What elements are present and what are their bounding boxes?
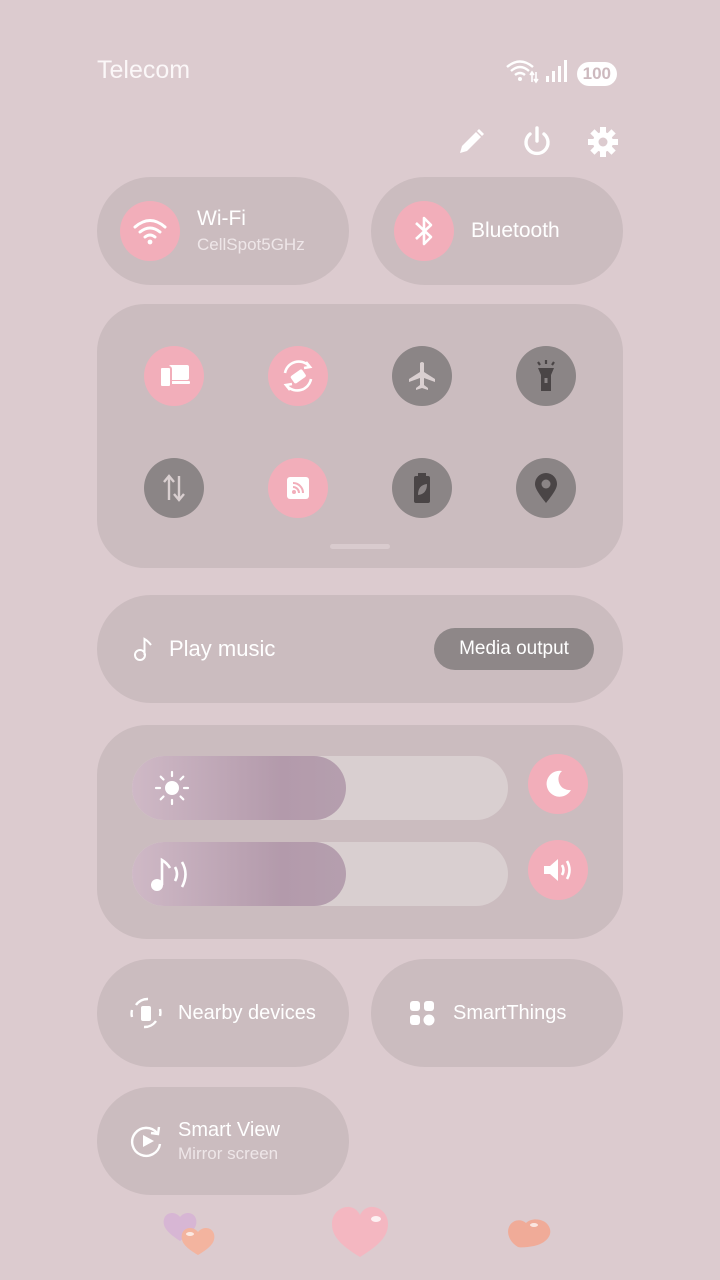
heart-decoration-center (328, 1203, 392, 1266)
play-music-label[interactable]: Play music (169, 636, 275, 662)
volume-settings-icon[interactable] (528, 840, 588, 900)
music-note-icon (134, 636, 154, 667)
smartthings-label: SmartThings (453, 1001, 567, 1024)
signal-icon (545, 59, 571, 88)
bluetooth-title: Bluetooth (471, 219, 560, 242)
wifi-tile[interactable]: Wi-Fi CellSpot5GHz (97, 177, 349, 285)
wifi-title: Wi-Fi (197, 207, 246, 230)
mobile-data-icon[interactable] (144, 458, 204, 518)
smart-view-tile[interactable]: Smart View Mirror screen (97, 1087, 349, 1195)
power-saving-icon[interactable] (392, 458, 452, 518)
settings-icon[interactable] (583, 122, 623, 162)
location-icon[interactable] (516, 458, 576, 518)
wifi-network: CellSpot5GHz (197, 235, 305, 254)
carrier-name: Telecom (97, 56, 191, 84)
flashlight-icon[interactable] (516, 346, 576, 406)
wifi-icon[interactable] (120, 201, 180, 261)
edit-icon[interactable] (451, 122, 491, 162)
nearby-devices-tile[interactable]: Nearby devices (97, 959, 349, 1067)
heart-decoration-right (504, 1211, 556, 1256)
battery-level: 100 (576, 61, 617, 86)
cast-icon[interactable] (268, 458, 328, 518)
nearby-devices-label: Nearby devices (178, 1001, 316, 1024)
night-mode-icon[interactable] (528, 754, 588, 814)
bluetooth-tile[interactable]: Bluetooth (371, 177, 623, 285)
airplane-icon[interactable] (392, 346, 452, 406)
smart-view-subtitle: Mirror screen (178, 1143, 279, 1163)
brightness-icon (154, 770, 190, 811)
sound-icon (148, 854, 196, 899)
media-output-button[interactable]: Media output (434, 628, 594, 670)
smartthings-icon (409, 1000, 435, 1026)
auto-rotate-icon[interactable] (268, 346, 328, 406)
bluetooth-icon[interactable] (394, 201, 454, 261)
brightness-slider[interactable] (132, 756, 508, 820)
quick-settings-panel (97, 304, 623, 568)
panel-expand-handle[interactable] (330, 544, 390, 549)
smartthings-tile[interactable]: SmartThings (371, 959, 623, 1067)
wifi-status-icon (505, 58, 539, 89)
power-icon[interactable] (517, 122, 557, 162)
smart-view-title: Smart View (178, 1118, 280, 1141)
volume-slider[interactable] (132, 842, 508, 906)
nearby-devices-icon (128, 995, 164, 1031)
smart-view-icon (130, 1124, 164, 1158)
status-icons: 100 (505, 58, 617, 89)
device-link-icon[interactable] (144, 346, 204, 406)
hearts-decoration-left (160, 1207, 220, 1264)
